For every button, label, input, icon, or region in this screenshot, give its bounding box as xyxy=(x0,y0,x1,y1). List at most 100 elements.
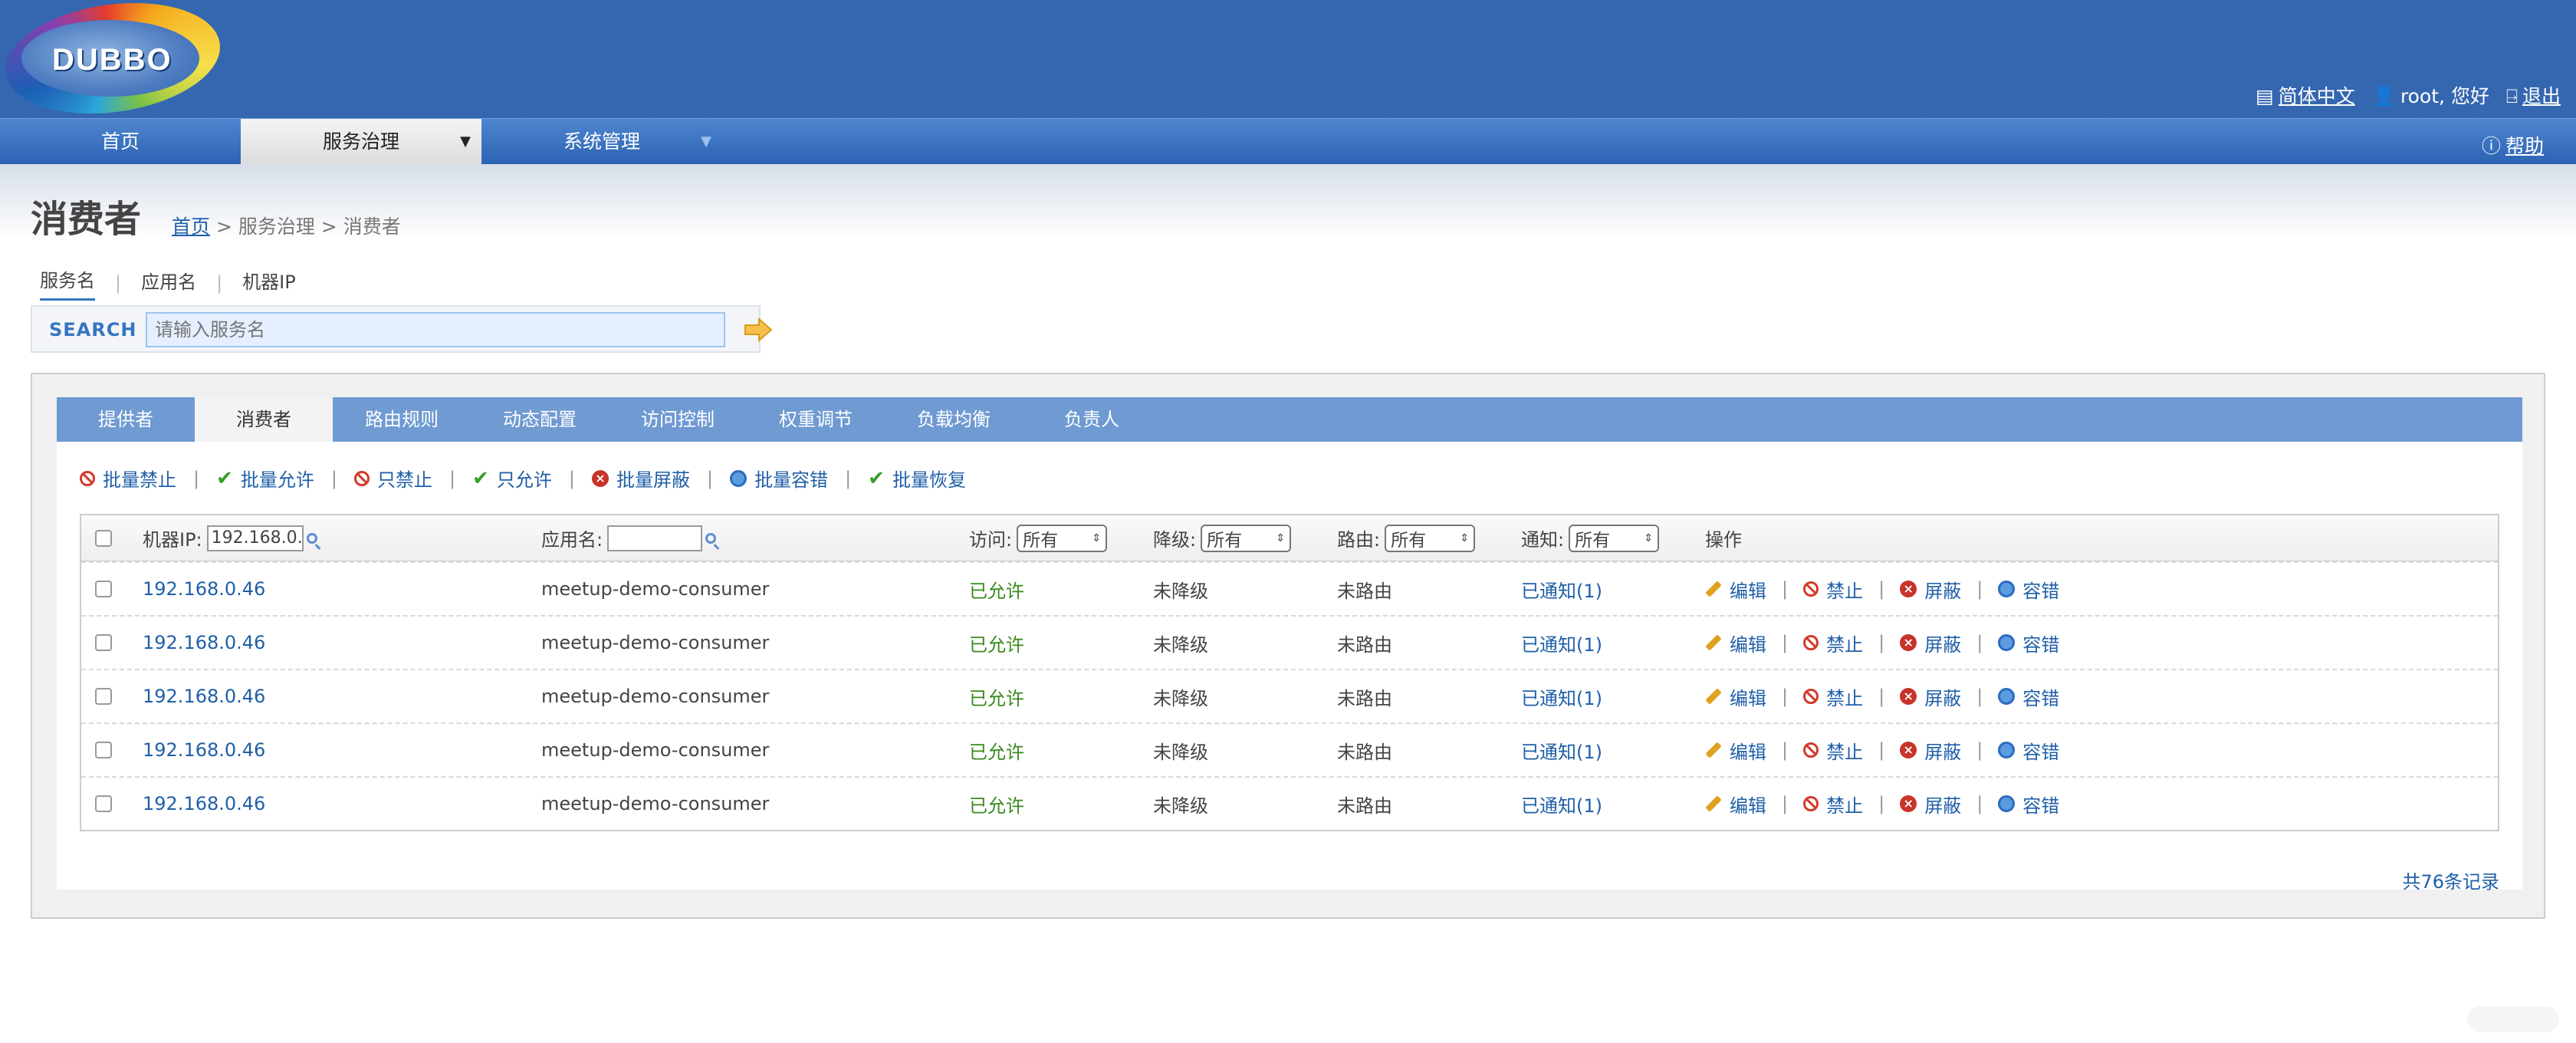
ip-link[interactable]: 192.168.0.46 xyxy=(143,724,265,776)
access-select[interactable]: 所有 ⇕ xyxy=(1017,524,1108,552)
only-allow-button[interactable]: ✔ 只允许 xyxy=(472,465,552,492)
mask-button[interactable]: × 屏蔽 xyxy=(1900,683,1961,710)
row-checkbox[interactable] xyxy=(95,688,112,705)
caret-down-icon: ▼ xyxy=(460,133,471,150)
select-all-checkbox[interactable] xyxy=(95,529,112,547)
edit-button[interactable]: 编辑 xyxy=(1705,791,1766,818)
notify-select[interactable]: 所有 ⇕ xyxy=(1569,524,1660,552)
tab-dynamic-config[interactable]: 动态配置 xyxy=(471,397,609,442)
op-label: 编辑 xyxy=(1730,687,1766,709)
tab-consumers[interactable]: 消费者 xyxy=(195,397,333,442)
tab-owner[interactable]: 负责人 xyxy=(1023,397,1161,442)
row-checkbox[interactable] xyxy=(95,795,112,812)
ban-icon xyxy=(1803,689,1819,704)
ip-filter-input[interactable]: 192.168.0.46 xyxy=(206,525,304,551)
op-label: 屏蔽 xyxy=(1924,795,1962,817)
tolerate-button[interactable]: 容错 xyxy=(1998,683,2059,710)
mask-button[interactable]: × 屏蔽 xyxy=(1900,737,1961,764)
ip-link[interactable]: 192.168.0.46 xyxy=(143,670,265,722)
breadcrumb-home[interactable]: 首页 xyxy=(172,216,210,238)
gear-icon xyxy=(1998,742,2016,758)
search-icon[interactable] xyxy=(705,532,717,544)
tab-access-control[interactable]: 访问控制 xyxy=(609,397,747,442)
tolerate-button[interactable]: 容错 xyxy=(1998,576,2059,603)
op-label: 屏蔽 xyxy=(1924,580,1962,602)
batch-tolerate-button[interactable]: 批量容错 xyxy=(730,465,828,492)
route-select[interactable]: 所有 ⇕ xyxy=(1385,524,1476,552)
row-operations: 编辑 | 禁止 | × 屏蔽 | 容错 xyxy=(1705,617,2059,669)
forbid-button[interactable]: 禁止 xyxy=(1803,791,1863,818)
search-input[interactable] xyxy=(146,312,725,347)
arrow-right-icon[interactable] xyxy=(742,314,773,345)
ip-link[interactable]: 192.168.0.46 xyxy=(143,778,265,830)
batch-mask-button[interactable]: × 批量屏蔽 xyxy=(591,465,690,492)
divider: | xyxy=(1782,739,1789,761)
notify-link[interactable]: 已通知(1) xyxy=(1521,724,1602,776)
search-icon[interactable] xyxy=(306,532,317,544)
pencil-icon xyxy=(1705,634,1722,651)
dubbo-logo[interactable]: DUBBO xyxy=(0,0,228,127)
check-icon: ✔ xyxy=(216,466,233,490)
main-nav: 首页 服务治理 ▼ 系统管理 ▼ ⓘ 帮助 xyxy=(0,118,2576,165)
tolerate-button[interactable]: 容错 xyxy=(1998,630,2059,656)
tab-routes[interactable]: 路由规则 xyxy=(333,397,471,442)
nav-item-service-governance[interactable]: 服务治理 ▼ xyxy=(241,119,481,165)
app-name: meetup-demo-consumer xyxy=(541,578,770,600)
logout-link[interactable]: 退出 xyxy=(2522,85,2561,107)
pencil-icon xyxy=(1705,795,1722,812)
search-tab-app[interactable]: 应用名 xyxy=(141,267,196,300)
ip-filter: 机器IP: 192.168.0.46 xyxy=(143,515,317,561)
notify-link[interactable]: 已通知(1) xyxy=(1521,563,1602,615)
row-checkbox[interactable] xyxy=(95,634,112,651)
ban-icon xyxy=(353,470,370,486)
check-icon: ✔ xyxy=(868,466,885,490)
divider: | xyxy=(1878,632,1885,653)
nav-item-system-management[interactable]: 系统管理 ▼ xyxy=(481,119,722,165)
forbid-button[interactable]: 禁止 xyxy=(1803,576,1863,603)
forbid-button[interactable]: 禁止 xyxy=(1803,737,1863,764)
help-icon: ⓘ xyxy=(2481,135,2501,157)
row-select-cell xyxy=(95,778,112,830)
ip-link[interactable]: 192.168.0.46 xyxy=(143,617,265,669)
divider: | xyxy=(1976,739,1983,761)
batch-allow-button[interactable]: ✔ 批量允许 xyxy=(216,465,314,492)
row-checkbox[interactable] xyxy=(95,581,112,597)
route-filter: 路由: 所有 ⇕ xyxy=(1337,515,1476,561)
divider: | xyxy=(449,467,456,489)
edit-button[interactable]: 编辑 xyxy=(1705,683,1766,710)
forbid-button[interactable]: 禁止 xyxy=(1803,630,1863,656)
tolerate-button[interactable]: 容错 xyxy=(1998,791,2059,818)
edit-button[interactable]: 编辑 xyxy=(1705,576,1766,603)
search-tab-service[interactable]: 服务名 xyxy=(40,265,95,301)
select-value: 所有 xyxy=(1391,530,1427,551)
edit-button[interactable]: 编辑 xyxy=(1705,630,1766,656)
batch-recover-button[interactable]: ✔ 批量恢复 xyxy=(868,465,966,492)
help-link[interactable]: 帮助 xyxy=(2505,135,2544,157)
divider: | xyxy=(1976,686,1983,707)
edit-button[interactable]: 编辑 xyxy=(1705,737,1766,764)
mask-button[interactable]: × 屏蔽 xyxy=(1900,576,1961,603)
tab-providers[interactable]: 提供者 xyxy=(57,397,195,442)
divider: | xyxy=(1878,578,1885,600)
nav-item-home[interactable]: 首页 xyxy=(0,119,241,165)
notify-link[interactable]: 已通知(1) xyxy=(1521,617,1602,669)
language-link[interactable]: 简体中文 xyxy=(2279,85,2355,107)
batch-forbid-button[interactable]: 批量禁止 xyxy=(80,465,176,492)
notify-link[interactable]: 已通知(1) xyxy=(1521,778,1602,830)
mask-button[interactable]: × 屏蔽 xyxy=(1900,791,1961,818)
notify-link[interactable]: 已通知(1) xyxy=(1521,670,1602,722)
tab-weight[interactable]: 权重调节 xyxy=(747,397,885,442)
only-forbid-button[interactable]: 只禁止 xyxy=(353,465,432,492)
tab-load-balance[interactable]: 负载均衡 xyxy=(885,397,1023,442)
degrade-select[interactable]: 所有 ⇕ xyxy=(1201,524,1292,552)
mask-button[interactable]: × 屏蔽 xyxy=(1900,630,1961,656)
search-tab-ip[interactable]: 机器IP xyxy=(242,267,296,300)
action-label: 只允许 xyxy=(496,469,552,491)
ban-icon xyxy=(1803,742,1819,758)
forbid-button[interactable]: 禁止 xyxy=(1803,683,1863,710)
tolerate-button[interactable]: 容错 xyxy=(1998,737,2059,764)
app-filter-input[interactable] xyxy=(607,525,703,551)
select-arrows-icon: ⇕ xyxy=(1092,531,1102,545)
ip-link[interactable]: 192.168.0.46 xyxy=(143,563,265,615)
row-checkbox[interactable] xyxy=(95,742,112,758)
